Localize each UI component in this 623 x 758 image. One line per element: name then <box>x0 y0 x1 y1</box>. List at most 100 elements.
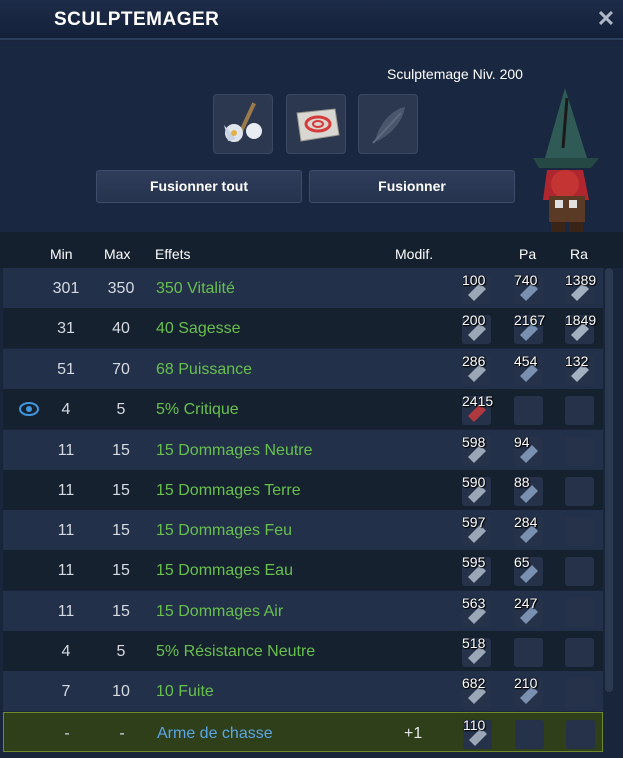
min-value: 4 <box>61 643 71 660</box>
close-icon[interactable]: ✕ <box>595 8 617 30</box>
rune-slot-ra[interactable] <box>565 517 594 546</box>
scrollbar[interactable] <box>605 268 613 692</box>
rune-price: 598 <box>462 434 486 450</box>
rune-slot-pa[interactable]: 65 <box>514 554 543 586</box>
table-row[interactable]: 31 40 40 Sagesse 200 2167 1849 <box>3 308 603 348</box>
max-value: - <box>119 725 125 742</box>
feather-icon <box>372 107 405 144</box>
rune-slot-ra[interactable]: 132 <box>565 353 594 385</box>
rune-slot-ba[interactable]: 2415 <box>462 393 494 425</box>
min-value: 11 <box>57 442 75 459</box>
rune-price: 2415 <box>462 393 494 409</box>
effect-label: 15 Dommages Terre <box>156 482 301 499</box>
rune-slot-pa[interactable]: 740 <box>514 272 543 304</box>
rune-slot-pa[interactable]: 454 <box>514 353 543 385</box>
rune-slot-ba[interactable]: 598 <box>462 434 491 466</box>
min-value: 11 <box>57 562 75 579</box>
rune-price: 284 <box>514 514 538 530</box>
rune-slot-ba[interactable]: 590 <box>462 474 491 506</box>
item-slot-rune[interactable] <box>286 94 346 154</box>
rune-price: 132 <box>565 353 589 369</box>
effect-label: 68 Puissance <box>156 361 253 378</box>
rune-slot-pa[interactable] <box>515 720 544 749</box>
table-row[interactable]: 11 15 15 Dommages Air 563 247 <box>3 591 603 631</box>
effect-label: 15 Dommages Eau <box>156 562 293 579</box>
col-modif: Modif. <box>395 246 434 262</box>
rune-price: 247 <box>514 595 538 611</box>
rune-slot-ra[interactable] <box>565 437 594 466</box>
table-row[interactable]: 11 15 15 Dommages Terre 590 88 <box>3 470 603 510</box>
merge-button[interactable]: Fusionner <box>309 170 515 203</box>
merge-all-button[interactable]: Fusionner tout <box>96 170 302 203</box>
col-max: Max <box>104 246 131 262</box>
title-bar: SCULPTEMAGER ✕ <box>0 0 623 40</box>
rune-slot-pa[interactable]: 94 <box>514 434 543 466</box>
rune-price: 595 <box>462 554 486 570</box>
rune-slot-pa[interactable]: 88 <box>514 474 543 506</box>
effect-label: 15 Dommages Feu <box>156 522 293 539</box>
table-row[interactable]: 51 70 68 Puissance 286 454 132 <box>3 349 603 389</box>
rune-slot-pa[interactable]: 2167 <box>514 312 546 344</box>
min-value: 51 <box>57 361 75 378</box>
rune-price: 2167 <box>514 312 546 328</box>
rune-slot-ba[interactable]: 518 <box>462 635 491 667</box>
rune-slot-pa[interactable]: 247 <box>514 595 543 627</box>
table-row[interactable]: 7 10 10 Fuite 682 210 <box>3 671 603 711</box>
rune-slot-ra[interactable] <box>565 396 594 425</box>
max-value: 40 <box>112 320 130 337</box>
table-row[interactable]: 4 5 5% Critique 2415 <box>3 389 603 429</box>
rune-price: 740 <box>514 272 538 288</box>
rune-slot-ba[interactable]: 563 <box>462 595 491 627</box>
min-value: 11 <box>57 603 75 620</box>
rune-price: 597 <box>462 514 486 530</box>
forge-panel: Sculptemage Niv. 200 2 <box>0 42 623 232</box>
weapon-icon <box>224 102 262 143</box>
rune-slot-ba[interactable]: 100 <box>462 272 491 304</box>
max-value: 5 <box>116 401 126 418</box>
rune-slot-pa[interactable]: 284 <box>514 514 543 546</box>
eye-icon[interactable] <box>19 400 39 418</box>
rune-price: 1849 <box>565 312 597 328</box>
rune-slot-ra[interactable]: 1389 <box>565 272 596 304</box>
rune-slot-ra[interactable] <box>565 678 594 707</box>
rune-slot-pa[interactable] <box>514 396 543 425</box>
table-row[interactable]: 11 15 15 Dommages Feu 597 284 <box>3 510 603 550</box>
rune-price: 110 <box>463 717 486 733</box>
effect-label: 10 Fuite <box>156 683 214 700</box>
rune-slot-ra[interactable] <box>565 557 594 586</box>
table-row[interactable]: 11 15 15 Dommages Neutre 598 94 <box>3 430 603 470</box>
table-row[interactable]: 11 15 15 Dommages Eau 595 65 <box>3 550 603 590</box>
max-value: 15 <box>112 522 130 539</box>
table-row[interactable]: 4 5 5% Résistance Neutre 518 <box>3 631 603 671</box>
table-row[interactable]: 301 350 350 Vitalité 100 740 1389 <box>3 268 603 308</box>
rune-slot-ra[interactable] <box>565 477 594 506</box>
rune-price: 88 <box>514 474 530 490</box>
rune-price: 563 <box>462 595 486 611</box>
min-value: 4 <box>61 401 71 418</box>
rune-price: 65 <box>514 554 530 570</box>
rune-slot-ba[interactable]: 200 <box>462 312 491 344</box>
item-slot-empty[interactable] <box>358 94 418 154</box>
rune-slot-pa[interactable] <box>514 638 543 667</box>
item-slot-weapon[interactable] <box>213 94 273 154</box>
rune-slot-ba[interactable]: 286 <box>462 353 491 385</box>
rune-price: 200 <box>462 312 486 328</box>
rune-slot-ra[interactable] <box>566 720 595 749</box>
rune-slot-pa[interactable]: 210 <box>514 675 543 707</box>
rune-slot-ba[interactable]: 110 <box>463 717 492 749</box>
rune-slot-ba[interactable]: 682 <box>462 675 491 707</box>
rune-price: 94 <box>514 434 530 450</box>
table-row[interactable]: - - Arme de chasse +1 110 <box>3 712 603 752</box>
min-value: 31 <box>57 320 75 337</box>
rune-slot-ra[interactable] <box>565 638 594 667</box>
rune-slot-ba[interactable]: 597 <box>462 514 491 546</box>
rune-price: 590 <box>462 474 486 490</box>
rune-slot-ba[interactable]: 595 <box>462 554 491 586</box>
table-header: Min Max Effets Modif. Pa Ra <box>0 232 623 268</box>
rune-slot-ra[interactable] <box>565 598 594 627</box>
max-value: 15 <box>112 562 130 579</box>
col-ra: Ra <box>570 246 588 262</box>
rune-slot-ra[interactable]: 1849 <box>565 312 597 344</box>
rune-price: 682 <box>462 675 486 691</box>
min-value: - <box>64 725 70 742</box>
